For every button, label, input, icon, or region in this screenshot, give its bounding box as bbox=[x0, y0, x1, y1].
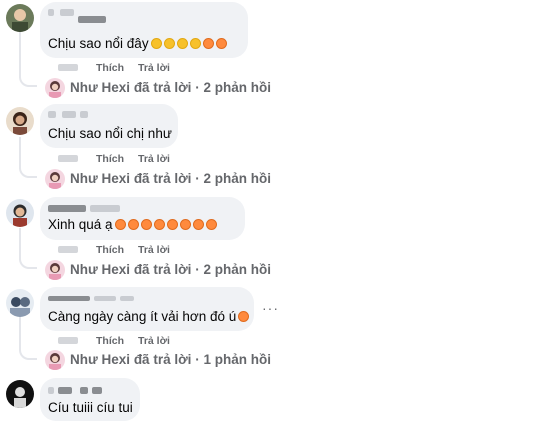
like-button[interactable]: Thích bbox=[96, 244, 124, 256]
more-options-button[interactable]: ··· bbox=[262, 300, 279, 316]
replier-avatar bbox=[45, 260, 65, 280]
emoji-row bbox=[236, 309, 250, 324]
love-emoji-icon bbox=[166, 219, 178, 230]
like-button[interactable]: Thích bbox=[96, 335, 124, 347]
love-emoji-icon bbox=[127, 219, 139, 230]
comment-text: Chịu sao nổi chị như bbox=[48, 126, 172, 141]
smile-emoji-icon bbox=[176, 38, 188, 49]
view-replies-link[interactable]: Như Hexi đã trả lời · 2 phản hồi bbox=[70, 80, 271, 95]
commenter-avatar[interactable] bbox=[6, 199, 34, 227]
thread-curve bbox=[19, 164, 37, 178]
like-button[interactable]: Thích bbox=[96, 153, 124, 165]
commenter-avatar[interactable] bbox=[6, 107, 34, 135]
commenter-avatar[interactable] bbox=[6, 289, 34, 317]
reply-button[interactable]: Trả lời bbox=[138, 153, 170, 165]
reply-button[interactable]: Trả lời bbox=[138, 335, 170, 347]
love-emoji-icon bbox=[192, 219, 204, 230]
comment-text: Cíu tuiii cíu tui bbox=[48, 400, 133, 415]
comment-timestamp[interactable] bbox=[58, 155, 78, 162]
replier-avatar bbox=[45, 169, 65, 189]
comment-text: Chịu sao nổi đây bbox=[48, 36, 227, 51]
thread-curve bbox=[19, 73, 37, 87]
love-emoji-icon bbox=[179, 219, 191, 230]
love-emoji-icon bbox=[205, 219, 217, 230]
love-emoji-icon bbox=[140, 219, 152, 230]
thread-line bbox=[19, 32, 21, 78]
smile-emoji-icon bbox=[150, 38, 162, 49]
reply-button[interactable]: Trả lời bbox=[138, 244, 170, 256]
view-replies-link[interactable]: Như Hexi đã trả lời · 2 phản hồi bbox=[70, 262, 271, 277]
replier-avatar bbox=[45, 78, 65, 98]
view-replies-link[interactable]: Như Hexi đã trả lời · 1 phản hồi bbox=[70, 352, 271, 367]
rofl-emoji-icon bbox=[215, 38, 227, 49]
replier-avatar bbox=[45, 350, 65, 370]
commenter-avatar[interactable] bbox=[6, 4, 34, 32]
tongue-emoji-icon bbox=[189, 38, 201, 49]
like-button[interactable]: Thích bbox=[96, 62, 124, 74]
smile-emoji-icon bbox=[163, 38, 175, 49]
thread-line bbox=[19, 316, 21, 350]
comment-text: Càng ngày càng ít vải hơn đó ú bbox=[48, 309, 250, 324]
comment-text: Xinh quá ạ bbox=[48, 217, 217, 232]
love-emoji-icon bbox=[114, 219, 126, 230]
view-replies-link[interactable]: Như Hexi đã trả lời · 2 phản hồi bbox=[70, 171, 271, 186]
emoji-row bbox=[113, 217, 217, 232]
rofl-emoji-icon bbox=[238, 311, 250, 322]
comment-timestamp[interactable] bbox=[58, 64, 78, 71]
thread-curve bbox=[19, 346, 37, 360]
reply-button[interactable]: Trả lời bbox=[138, 62, 170, 74]
comment-timestamp[interactable] bbox=[58, 246, 78, 253]
emoji-row bbox=[149, 36, 227, 51]
thread-curve bbox=[19, 255, 37, 269]
rofl-emoji-icon bbox=[202, 38, 214, 49]
love-emoji-icon bbox=[153, 219, 165, 230]
comment-timestamp[interactable] bbox=[58, 337, 78, 344]
commenter-avatar[interactable] bbox=[6, 380, 34, 408]
